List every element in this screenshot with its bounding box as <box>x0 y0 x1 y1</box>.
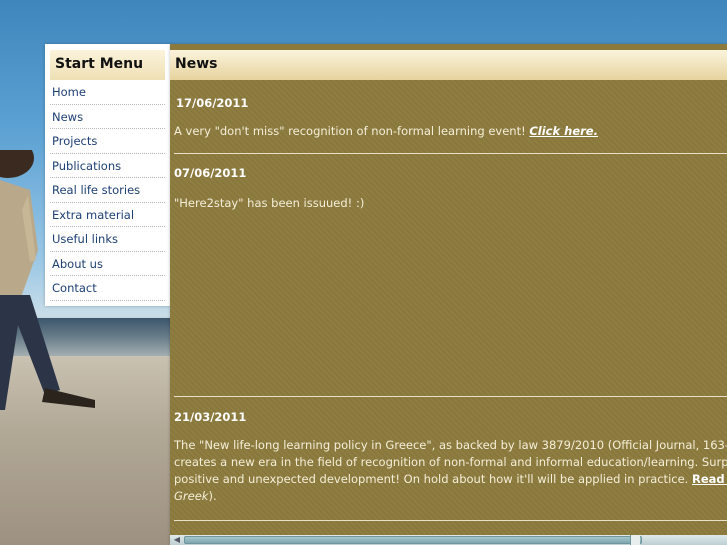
news-text: "Here2stay" has been issuued! :) <box>174 196 365 210</box>
scroll-left-icon[interactable]: ◀ <box>172 535 182 545</box>
news-date: 07/06/2011 <box>174 166 247 180</box>
news-text-line: The "New life-long learning policy in Gr… <box>174 438 727 452</box>
news-link-read-more[interactable]: Read m <box>692 472 727 486</box>
news-text-body: ). <box>208 489 217 503</box>
news-text-body: positive and unexpected development! On … <box>174 472 692 486</box>
menu-item-publications[interactable]: Publications <box>50 154 165 178</box>
menu-item-useful-links[interactable]: Useful links <box>50 227 165 252</box>
news-divider <box>174 520 727 521</box>
news-text-body: A very "don't miss" recognition of non-f… <box>174 124 530 138</box>
menu-item-real-life-stories[interactable]: Real life stories <box>50 178 165 203</box>
scrollbar-thumb[interactable] <box>184 536 642 544</box>
news-text-italic: Greek <box>174 489 209 503</box>
news-date: 21/03/2011 <box>174 410 247 424</box>
menu-item-home[interactable]: Home <box>50 80 165 105</box>
news-link-click-here[interactable]: Click here. <box>529 124 598 138</box>
menu-item-extra-material[interactable]: Extra material <box>50 203 165 227</box>
news-text: A very "don't miss" recognition of non-f… <box>174 123 598 140</box>
menu-item-about-us[interactable]: About us <box>50 252 165 276</box>
news-date: 17/06/2011 <box>176 96 249 110</box>
sidebar: Start Menu Home News Projects Publicatio… <box>45 44 170 306</box>
news-text-line: Greek). <box>174 488 217 505</box>
news-panel: News 17/06/2011 A very "don't miss" reco… <box>170 44 727 545</box>
news-text-line: positive and unexpected development! On … <box>174 471 727 488</box>
news-divider <box>174 153 727 154</box>
news-text-line: creates a new era in the field of recogn… <box>174 455 727 469</box>
scrollbar-thumb-grip[interactable] <box>630 535 640 545</box>
start-menu: Home News Projects Publications Real lif… <box>50 80 165 301</box>
menu-item-news[interactable]: News <box>50 105 165 129</box>
menu-item-projects[interactable]: Projects <box>50 129 165 154</box>
sidebar-title: Start Menu <box>50 50 165 80</box>
menu-item-contact[interactable]: Contact <box>50 276 165 301</box>
horizontal-scrollbar[interactable]: ◀ <box>170 535 727 545</box>
news-content-scroll-area[interactable]: 17/06/2011 A very "don't miss" recogniti… <box>170 80 727 535</box>
page-title: News <box>170 50 727 80</box>
news-divider <box>174 396 727 397</box>
